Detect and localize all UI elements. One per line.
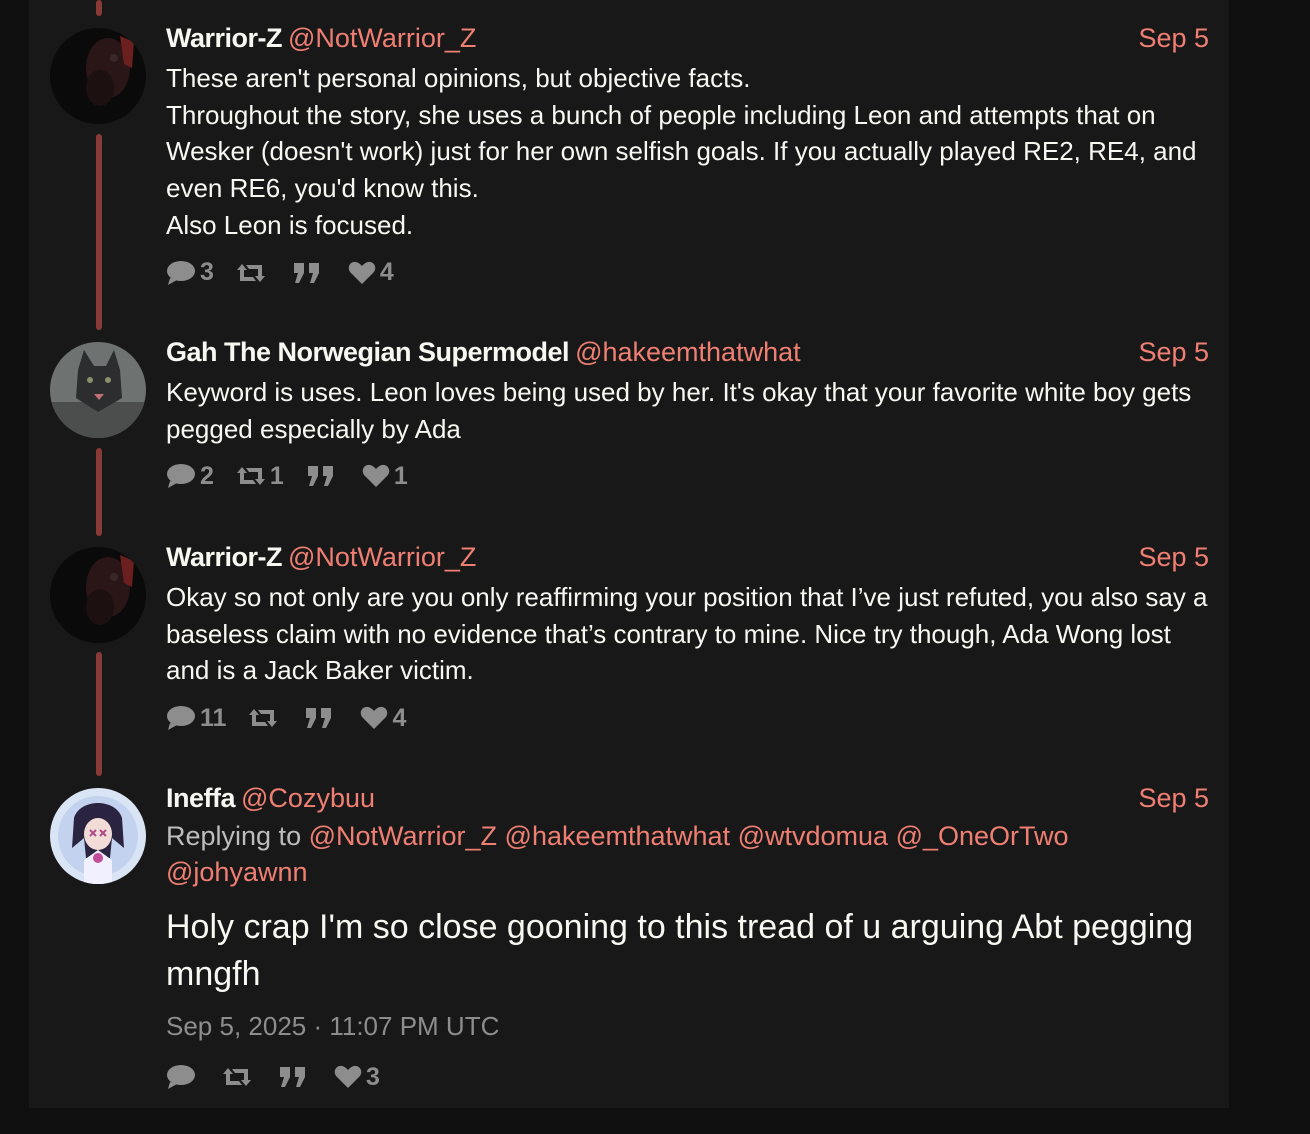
retweet-icon bbox=[236, 467, 265, 486]
replying-to: Replying to @NotWarrior_Z @hakeemthatwha… bbox=[166, 818, 1209, 890]
quote-button[interactable] bbox=[306, 464, 340, 488]
like-button[interactable]: 3 bbox=[334, 1063, 380, 1092]
tweet-date[interactable]: Sep 5 bbox=[1138, 541, 1209, 573]
like-button[interactable]: 4 bbox=[360, 704, 406, 733]
retweet-button[interactable] bbox=[236, 262, 270, 284]
heart-icon bbox=[334, 1065, 362, 1088]
like-button[interactable]: 1 bbox=[362, 462, 408, 491]
retweet-button[interactable]: 1 bbox=[236, 462, 284, 491]
mention-link[interactable]: @wtvdomua bbox=[738, 821, 888, 851]
retweet-icon bbox=[236, 263, 265, 282]
avatar[interactable] bbox=[50, 28, 146, 124]
mention-link[interactable]: @_OneOrTwo bbox=[896, 821, 1069, 851]
tweet-body: Keyword is uses. Leon loves being used b… bbox=[166, 374, 1209, 447]
tweet-text-line: Also Leon is focused. bbox=[166, 209, 414, 240]
tweet-body: Okay so not only are you only reaffirmin… bbox=[166, 579, 1209, 689]
tweet-header: Warrior-Z @NotWarrior_Z Sep 5 bbox=[166, 541, 1209, 573]
thread-line bbox=[96, 652, 102, 776]
username[interactable]: @NotWarrior_Z bbox=[288, 542, 476, 572]
tweet-text-line: These aren't personal opinions, but obje… bbox=[166, 63, 751, 93]
quote-icon bbox=[307, 466, 333, 487]
heart-icon bbox=[348, 261, 376, 284]
reply-button[interactable] bbox=[166, 1064, 200, 1090]
reply-button[interactable]: 11 bbox=[166, 704, 226, 733]
retweet-icon bbox=[223, 1068, 251, 1086]
avatar[interactable] bbox=[50, 788, 146, 884]
like-button[interactable]: 4 bbox=[348, 258, 394, 287]
comment-icon bbox=[167, 1065, 195, 1089]
comment-icon bbox=[167, 464, 195, 489]
tweet-date[interactable]: Sep 5 bbox=[1138, 336, 1209, 368]
heart-icon bbox=[362, 465, 390, 488]
tweet-stats: 3 bbox=[166, 1060, 1209, 1094]
heart-icon bbox=[361, 707, 388, 730]
mention-link[interactable]: @hakeemthatwhat bbox=[505, 821, 731, 851]
like-count: 1 bbox=[393, 461, 408, 490]
fullname[interactable]: Warrior-Z bbox=[166, 542, 283, 572]
quote-button[interactable] bbox=[304, 706, 338, 730]
retweet-count: 1 bbox=[269, 461, 284, 490]
tweet-date[interactable]: Sep 5 bbox=[1138, 22, 1209, 54]
quote-button[interactable] bbox=[292, 261, 326, 285]
fullname[interactable]: Warrior-Z bbox=[166, 23, 283, 53]
retweet-icon bbox=[249, 709, 278, 728]
fullname[interactable]: Ineffa bbox=[166, 783, 236, 813]
replying-label: Replying to bbox=[166, 821, 302, 851]
like-count: 4 bbox=[379, 258, 394, 287]
tweet-text-line: Keyword is uses. Leon loves being used b… bbox=[166, 377, 1192, 444]
quote-icon bbox=[280, 1067, 305, 1087]
tweet-header: Gah The Norwegian Supermodel @hakeemthatw… bbox=[166, 336, 1209, 368]
reply-button[interactable]: 2 bbox=[166, 462, 214, 491]
retweet-button[interactable] bbox=[248, 707, 282, 729]
fullname[interactable]: Gah The Norwegian Supermodel bbox=[166, 337, 570, 367]
thread-line bbox=[96, 134, 102, 330]
like-count: 4 bbox=[392, 703, 407, 732]
avatar[interactable] bbox=[50, 342, 146, 438]
reply-button[interactable]: 3 bbox=[166, 258, 214, 287]
tweet-header: Ineffa @Cozybuu Sep 5 bbox=[166, 782, 1209, 814]
tweet-date[interactable]: Sep 5 bbox=[1138, 782, 1209, 814]
tweet-stats: 3 4 bbox=[166, 256, 1209, 290]
username[interactable]: @hakeemthatwhat bbox=[575, 337, 801, 367]
main-tweet-text: Holy crap I'm so close gooning to this t… bbox=[166, 908, 1194, 993]
mention-link[interactable]: @NotWarrior_Z bbox=[309, 821, 497, 851]
tweet-stats: 11 4 bbox=[166, 701, 1209, 735]
mention-link[interactable]: @johyawnn bbox=[166, 857, 308, 887]
comment-icon bbox=[167, 260, 195, 285]
thread-panel: Warrior-Z @NotWarrior_Z Sep 5 These aren'… bbox=[29, 0, 1229, 1108]
thread-line bbox=[96, 0, 102, 16]
tweet-body: These aren't personal opinions, but obje… bbox=[166, 60, 1209, 244]
comment-icon bbox=[167, 706, 195, 731]
like-count: 3 bbox=[366, 1062, 380, 1091]
retweet-button[interactable] bbox=[222, 1066, 256, 1088]
quote-icon bbox=[293, 262, 319, 283]
username[interactable]: @Cozybuu bbox=[241, 783, 375, 813]
reply-count: 2 bbox=[200, 461, 214, 490]
tweet-timestamp[interactable]: Sep 5, 2025 · 11:07 PM UTC bbox=[166, 1010, 1209, 1042]
tweet-text-line: Throughout the story, she uses a bunch o… bbox=[166, 99, 1197, 204]
quote-icon bbox=[306, 708, 332, 729]
thread-line bbox=[96, 448, 102, 536]
username[interactable]: @NotWarrior_Z bbox=[288, 23, 476, 53]
reply-count: 3 bbox=[200, 258, 214, 287]
avatar[interactable] bbox=[50, 547, 146, 643]
tweet-text-line: Okay so not only are you only reaffirmin… bbox=[166, 582, 1208, 686]
quote-button[interactable] bbox=[278, 1065, 312, 1089]
tweet-stats: 2 1 1 bbox=[166, 459, 1209, 493]
tweet-header: Warrior-Z @NotWarrior_Z Sep 5 bbox=[166, 22, 1209, 54]
reply-count: 11 bbox=[200, 703, 227, 732]
